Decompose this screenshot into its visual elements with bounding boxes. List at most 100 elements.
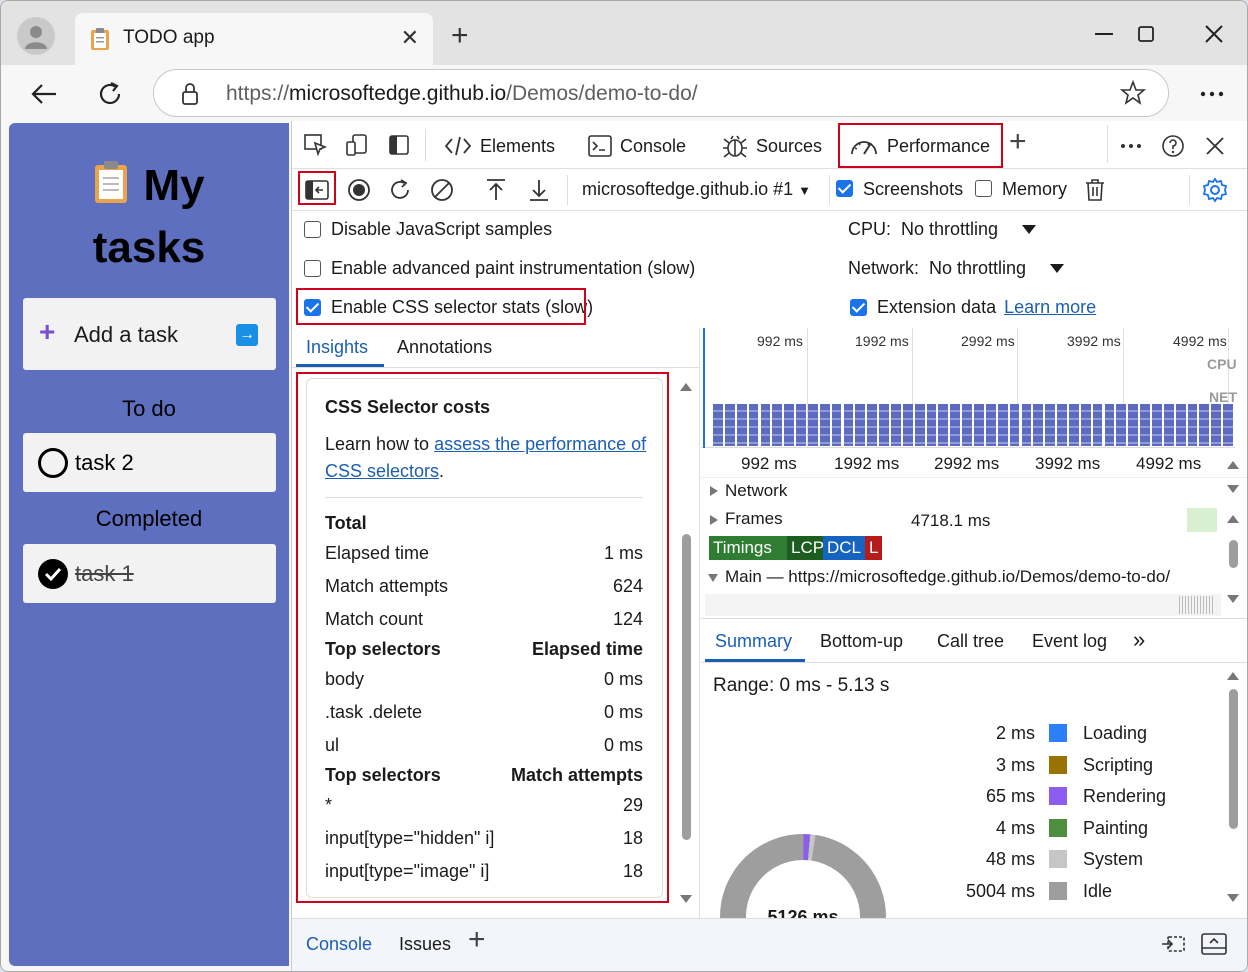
back-arrow-icon[interactable] — [27, 77, 61, 111]
network-track[interactable]: Network — [701, 478, 1221, 506]
advanced-paint-checkbox[interactable]: Enable advanced paint instrumentation (s… — [304, 258, 695, 279]
network-throttling[interactable]: Network: No throttling — [848, 258, 1065, 279]
main-thread-track[interactable]: Main — https://microsoftedge.github.io/D… — [701, 564, 1221, 592]
refresh-icon[interactable] — [93, 77, 127, 111]
more-menu-icon[interactable] — [1195, 77, 1229, 111]
reload-record-icon[interactable] — [387, 177, 413, 203]
submit-arrow-icon[interactable]: → — [236, 324, 258, 346]
insights-scrollbar[interactable] — [680, 378, 692, 908]
checkmark-icon[interactable] — [38, 559, 68, 589]
active-tab-underline — [296, 364, 384, 367]
scroll-down-icon[interactable] — [1227, 893, 1239, 903]
checked-checkbox-icon[interactable] — [850, 299, 867, 316]
scroll-thumb[interactable] — [682, 534, 691, 840]
help-icon[interactable] — [1160, 133, 1186, 159]
add-drawer-tab-plus-icon[interactable]: + — [468, 925, 486, 955]
clear-icon[interactable] — [429, 177, 455, 203]
checked-checkbox-icon[interactable] — [836, 180, 853, 197]
tab-event-log[interactable]: Event log — [1032, 631, 1107, 652]
todo-task-item[interactable]: task 2 — [23, 433, 276, 492]
scroll-up-icon[interactable] — [1227, 460, 1239, 470]
scroll-up-icon[interactable] — [1227, 514, 1239, 524]
profile-avatar-icon[interactable] — [17, 17, 55, 55]
unchecked-circle-icon[interactable] — [38, 448, 68, 478]
maximize-icon[interactable] — [1131, 19, 1161, 49]
disable-js-samples-checkbox[interactable]: Disable JavaScript samples — [304, 219, 552, 240]
scroll-thumb[interactable] — [1229, 689, 1238, 829]
device-emulation-icon[interactable] — [344, 132, 370, 158]
load-marker[interactable]: L — [865, 536, 883, 560]
minimize-icon[interactable] — [1089, 19, 1119, 49]
timeline-overview[interactable]: 992 ms 1992 ms 2992 ms 3992 ms 4992 ms C… — [701, 328, 1237, 448]
legend-row: 2 ms Loading — [951, 723, 1231, 745]
learn-more-link[interactable]: Learn more — [1004, 297, 1096, 318]
timings-track[interactable]: Timings LCP DCL L — [709, 536, 1221, 560]
dropdown-triangle-icon[interactable] — [1050, 264, 1065, 273]
scroll-down-icon[interactable] — [1227, 594, 1239, 604]
trash-icon[interactable] — [1082, 177, 1108, 203]
frame-block[interactable] — [1187, 508, 1217, 532]
dropdown-triangle-icon[interactable] — [1022, 225, 1037, 234]
task-label: task 2 — [75, 450, 134, 475]
unchecked-checkbox-icon[interactable] — [304, 221, 321, 238]
main-thread-activity[interactable] — [705, 594, 1221, 616]
new-tab-icon[interactable]: + — [451, 21, 469, 51]
scroll-up-icon[interactable] — [680, 382, 692, 392]
dcl-marker[interactable]: DCL — [823, 536, 866, 560]
memory-checkbox[interactable]: Memory — [975, 179, 1067, 200]
cpu-throttling[interactable]: CPU: No throttling — [848, 219, 1037, 240]
add-task-button[interactable]: + Add a task → — [23, 298, 276, 370]
frames-track[interactable]: Frames 4718.1 ms — [701, 506, 1221, 534]
expand-arrow-icon[interactable] — [709, 514, 719, 526]
legend-row: 5004 ms Idle — [951, 881, 1231, 903]
more-tabs-plus-icon[interactable]: + — [1009, 127, 1027, 157]
more-tabs-chevron-icon[interactable]: » — [1133, 627, 1145, 653]
more-options-icon[interactable] — [1118, 133, 1144, 159]
unchecked-checkbox-icon[interactable] — [304, 260, 321, 277]
tab-call-tree[interactable]: Call tree — [937, 631, 1004, 652]
dock-drawer-icon[interactable] — [1160, 931, 1186, 957]
url-text[interactable]: https://microsoftedge.github.io/Demos/de… — [226, 82, 698, 106]
download-icon[interactable] — [526, 177, 552, 203]
collapse-arrow-icon[interactable] — [707, 573, 719, 583]
close-drawer-icon[interactable] — [1201, 931, 1227, 957]
close-devtools-icon[interactable] — [1202, 133, 1228, 159]
scroll-down-icon[interactable] — [680, 894, 692, 904]
tab-annotations[interactable]: Annotations — [397, 337, 492, 358]
overview-left-handle[interactable] — [703, 328, 705, 448]
legend-value: 5004 ms — [965, 881, 1035, 901]
tab-bottom-up[interactable]: Bottom-up — [820, 631, 903, 652]
tab-close-icon[interactable]: ✕ — [401, 25, 419, 51]
expand-arrow-icon[interactable] — [709, 485, 719, 497]
unchecked-checkbox-icon[interactable] — [975, 180, 992, 197]
net-bar — [985, 404, 996, 446]
scroll-up-icon[interactable] — [1227, 671, 1239, 681]
record-icon[interactable] — [346, 177, 372, 203]
net-bar — [1009, 404, 1020, 446]
scroll-thumb[interactable] — [1229, 540, 1238, 568]
timeline-scrollbar[interactable] — [1227, 460, 1239, 610]
lcp-marker[interactable]: LCP — [787, 536, 829, 560]
tab-elements[interactable]: Elements — [444, 131, 555, 161]
browser-tab[interactable]: TODO app ✕ — [75, 13, 433, 65]
completed-task-item[interactable]: task 1 — [23, 544, 276, 603]
scroll-down-icon[interactable] — [1227, 484, 1239, 494]
inspect-element-icon[interactable] — [302, 132, 328, 158]
address-bar[interactable]: https://microsoftedge.github.io/Demos/de… — [153, 69, 1169, 117]
screenshots-checkbox[interactable]: Screenshots — [836, 179, 963, 200]
drawer-tab-issues[interactable]: Issues — [399, 934, 451, 955]
target-selector[interactable]: microsoftedge.github.io #1 ▼ — [582, 179, 811, 200]
dock-side-icon[interactable] — [386, 132, 412, 158]
summary-scrollbar[interactable] — [1227, 671, 1239, 903]
tab-sources[interactable]: Sources — [722, 131, 822, 161]
tab-insights[interactable]: Insights — [306, 337, 368, 358]
tab-console[interactable]: Console — [588, 131, 686, 161]
extension-data-checkbox[interactable]: Extension data Learn more — [850, 297, 1096, 318]
close-window-icon[interactable] — [1199, 19, 1229, 49]
favorite-star-icon[interactable] — [1119, 79, 1147, 111]
lock-icon[interactable] — [180, 82, 200, 111]
capture-settings-gear-icon[interactable] — [1202, 177, 1228, 203]
tab-summary[interactable]: Summary — [715, 631, 792, 652]
drawer-tab-console[interactable]: Console — [306, 934, 372, 955]
upload-icon[interactable] — [483, 177, 509, 203]
